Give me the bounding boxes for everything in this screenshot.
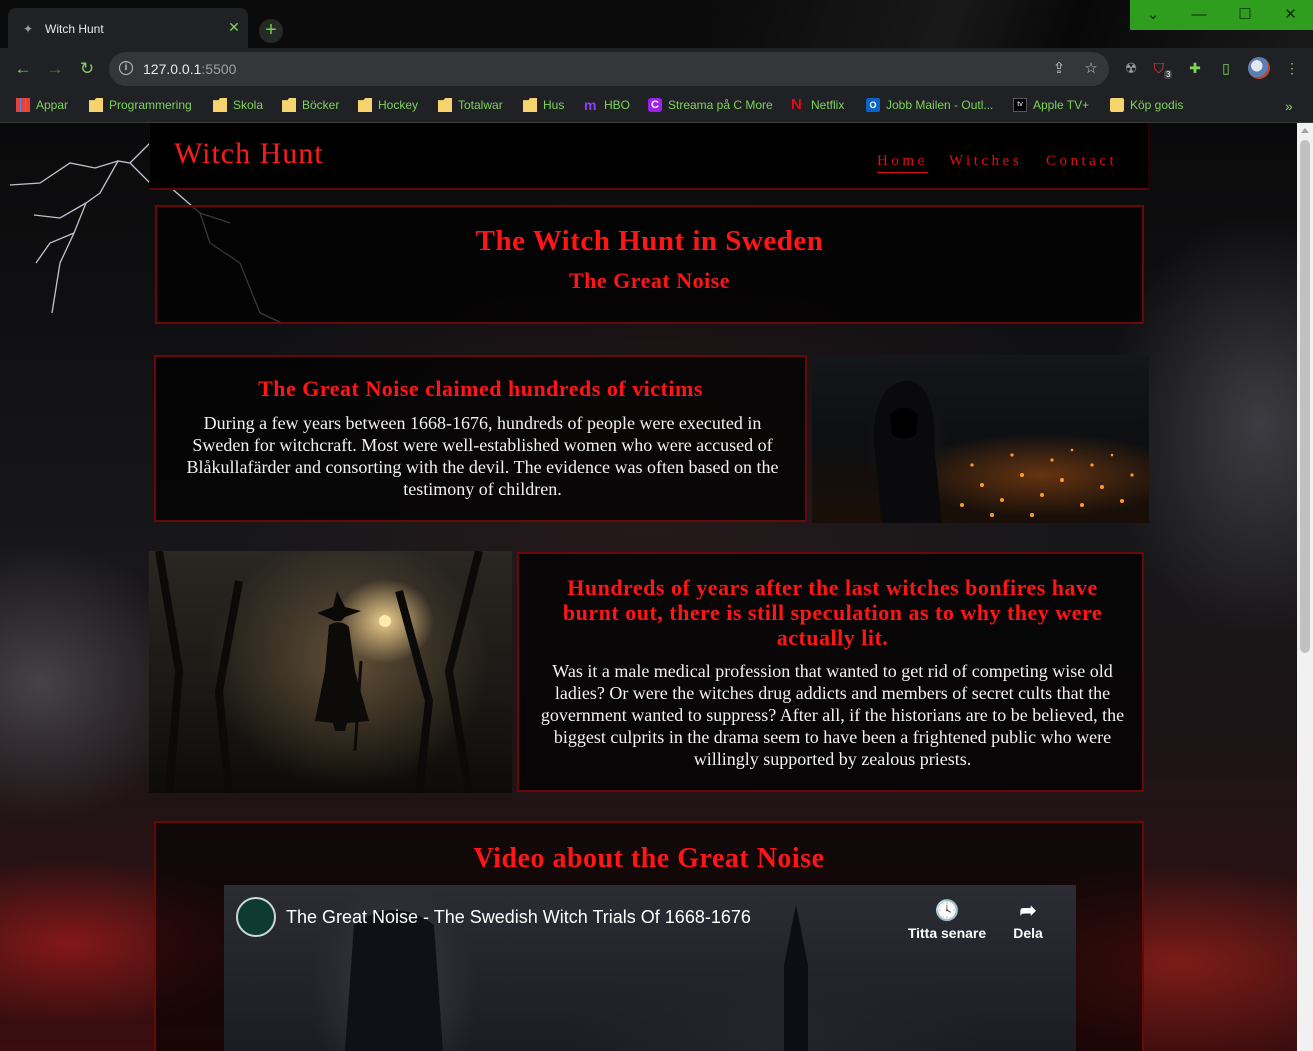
folder-icon xyxy=(282,98,296,112)
browser-chrome: ✦ Witch Hunt ✕ + ⌄ — ☐ ✕ ← → ↻ i 127.0.0… xyxy=(0,0,1313,123)
clock-icon: 🕓 xyxy=(934,900,960,922)
netflix-icon: N xyxy=(791,96,802,113)
share-label: Dela xyxy=(1013,925,1043,941)
maximize-button[interactable]: ☐ xyxy=(1222,0,1268,30)
bookmark-hus[interactable]: Hus xyxy=(523,96,564,114)
bookmark-label: Skola xyxy=(233,98,264,112)
url-text[interactable]: 127.0.0.1:5500 xyxy=(143,61,236,77)
scroll-up-arrow-icon[interactable] xyxy=(1301,128,1309,133)
folder-icon xyxy=(438,98,452,112)
bookmark-label: Appar xyxy=(36,98,69,112)
apps-grid-icon xyxy=(16,98,30,112)
radiation-extension-icon[interactable]: ☢ xyxy=(1121,58,1141,78)
bookmark-label: Netflix xyxy=(811,98,845,112)
victims-panel: The Great Noise claimed hundreds of vict… xyxy=(154,355,807,522)
bookmark-totalwar[interactable]: Totalwar xyxy=(438,96,503,114)
ublock-extension-icon[interactable]: ⛉ 3 xyxy=(1153,58,1173,79)
hero-subtitle: The Great Noise xyxy=(568,268,731,293)
victims-text: During a few years between 1668-1676, hu… xyxy=(186,413,779,499)
video-heading: Video about the Great Noise xyxy=(473,843,825,874)
minimize-button[interactable]: — xyxy=(1176,0,1222,30)
bookmark-kop-godis[interactable]: Köp godis xyxy=(1110,96,1183,114)
reload-icon[interactable]: ↻ xyxy=(76,58,98,80)
site-brand[interactable]: Witch Hunt xyxy=(174,137,324,171)
witch-favicon-icon: ✦ xyxy=(23,22,34,36)
bookmark-label: Programmering xyxy=(109,98,192,112)
site-info-icon[interactable]: i xyxy=(119,61,133,75)
bookmark-label: Hockey xyxy=(378,98,419,112)
back-arrow-icon[interactable]: ← xyxy=(12,58,34,80)
side-panel-icon[interactable]: ▯ xyxy=(1216,58,1236,78)
victims-heading: The Great Noise claimed hundreds of vict… xyxy=(258,376,703,401)
hero-panel: The Witch Hunt in Sweden The Great Noise xyxy=(155,205,1144,324)
bookmark-label: Totalwar xyxy=(458,98,503,112)
puzzle-extensions-icon[interactable]: ✚ xyxy=(1185,58,1205,78)
scroll-thumb[interactable] xyxy=(1300,140,1310,653)
bookmark-skola[interactable]: Skola xyxy=(213,96,263,114)
folder-icon xyxy=(523,98,537,112)
bookmark-programmering[interactable]: Programmering xyxy=(89,96,192,114)
page-scrollbar[interactable] xyxy=(1297,123,1313,1051)
folder-icon xyxy=(358,98,372,112)
witch-in-forest-image xyxy=(149,551,512,793)
tab-title: Witch Hunt xyxy=(45,22,104,36)
profile-avatar[interactable] xyxy=(1248,57,1270,79)
bookmark-bocker[interactable]: Böcker xyxy=(282,96,339,114)
bookmark-star-icon[interactable]: ☆ xyxy=(1081,59,1101,79)
close-window-button[interactable]: ✕ xyxy=(1268,0,1313,30)
bookmark-label: Jobb Mailen - Outl... xyxy=(886,98,994,112)
folder-icon xyxy=(213,98,227,112)
hbo-icon: m xyxy=(584,97,597,113)
speculation-text: Was it a male medical profession that wa… xyxy=(540,661,1125,769)
share-icon[interactable]: ⇪ xyxy=(1049,59,1069,79)
more-bookmarks-icon[interactable]: » xyxy=(1285,98,1293,114)
browser-toolbar: ← → ↻ i 127.0.0.1:5500 ⇪ ☆ xyxy=(0,48,1313,90)
share-arrow-icon: ➦ xyxy=(1019,900,1037,922)
address-bar[interactable]: i 127.0.0.1:5500 ⇪ ☆ xyxy=(109,52,1109,86)
bookmark-label: Köp godis xyxy=(1130,98,1184,112)
bookmark-outlook[interactable]: O Jobb Mailen - Outl... xyxy=(866,96,993,114)
bookmark-label: Streama på C More xyxy=(668,98,773,112)
new-tab-button[interactable]: + xyxy=(259,19,283,43)
bookmark-label: Böcker xyxy=(302,98,340,112)
speculation-panel: Hundreds of years after the last witches… xyxy=(517,552,1144,792)
chevron-down-icon[interactable]: ⌄ xyxy=(1130,0,1176,30)
nav-witches[interactable]: Witches xyxy=(949,153,1022,170)
appletv-icon: tv xyxy=(1013,98,1027,112)
bookmark-label: Apple TV+ xyxy=(1033,98,1090,112)
bookmark-netflix[interactable]: N Netflix xyxy=(791,96,844,114)
cmore-icon: C xyxy=(648,98,662,112)
nav-home[interactable]: Home xyxy=(877,153,928,173)
bookmark-appar[interactable]: Appar xyxy=(16,96,68,114)
watch-later-button[interactable]: 🕓 Titta senare xyxy=(902,897,992,941)
bookmarks-bar: Appar Programmering Skola Böcker Hockey … xyxy=(0,90,1313,118)
browser-tab[interactable]: ✦ Witch Hunt ✕ xyxy=(8,8,248,48)
bookmark-appletv[interactable]: tv Apple TV+ xyxy=(1013,96,1089,114)
bookmark-label: HBO xyxy=(604,98,631,112)
forward-arrow-icon[interactable]: → xyxy=(44,58,66,80)
hooded-figure-candles-image xyxy=(812,355,1149,523)
menu-kebab-icon[interactable]: ⋮ xyxy=(1282,58,1302,78)
hero-title: The Witch Hunt in Sweden xyxy=(475,225,824,257)
folder-icon xyxy=(1110,98,1124,112)
video-title[interactable]: The Great Noise - The Swedish Witch Tria… xyxy=(286,907,751,928)
tab-strip: ✦ Witch Hunt ✕ + ⌄ — ☐ ✕ xyxy=(0,0,1313,48)
watch-later-label: Titta senare xyxy=(907,925,987,941)
speculation-heading: Hundreds of years after the last witches… xyxy=(562,575,1103,650)
channel-logo-icon[interactable] xyxy=(236,897,276,937)
nav-contact[interactable]: Contact xyxy=(1046,153,1117,170)
video-panel: Video about the Great Noise The Great No… xyxy=(154,821,1144,1051)
outlook-icon: O xyxy=(866,98,880,112)
bookmark-label: Hus xyxy=(543,98,565,112)
bookmark-cmore[interactable]: C Streama på C More xyxy=(648,96,773,114)
bookmark-hockey[interactable]: Hockey xyxy=(358,96,418,114)
youtube-embed[interactable]: The Great Noise - The Swedish Witch Tria… xyxy=(224,885,1076,1051)
bookmark-hbo[interactable]: m HBO xyxy=(584,96,630,114)
folder-icon xyxy=(89,98,103,112)
close-tab-icon[interactable]: ✕ xyxy=(226,19,242,35)
page-viewport: Witch Hunt Home Witches Contact The Witc… xyxy=(0,123,1297,1051)
site-header: Witch Hunt Home Witches Contact xyxy=(149,123,1149,190)
share-button[interactable]: ➦ Dela xyxy=(983,897,1073,941)
